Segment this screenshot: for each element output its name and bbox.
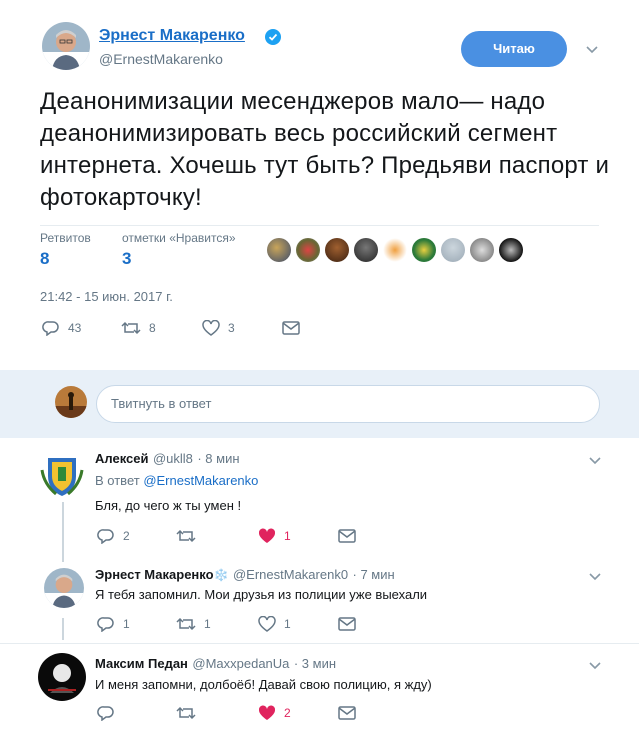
reply-time[interactable]: · 3 мин (294, 656, 336, 671)
reply-icon (42, 321, 59, 336)
reply-icon (97, 706, 114, 721)
envelope-icon (282, 321, 300, 335)
reply-count: 1 (123, 617, 130, 631)
heart-icon (258, 616, 276, 632)
following-button[interactable]: Читаю (461, 31, 567, 67)
retweet-icon (176, 529, 196, 543)
liker-avatar[interactable] (325, 238, 349, 262)
heart-icon (202, 320, 220, 336)
liker-avatar[interactable] (354, 238, 378, 262)
retweets-stat[interactable]: Ретвитов 8 (40, 231, 91, 269)
liker-avatar[interactable] (267, 238, 291, 262)
verified-badge-icon (265, 29, 281, 45)
liker-avatar[interactable] (470, 238, 494, 262)
like-count: 2 (284, 706, 291, 720)
reply-count: 43 (68, 321, 82, 335)
reply-action[interactable] (97, 705, 115, 721)
author-avatar[interactable] (42, 22, 90, 70)
reply-icon (97, 529, 114, 544)
reply-icon (97, 617, 114, 632)
retweet-action[interactable] (176, 528, 196, 544)
reply-author-handle[interactable]: @ukll8 (153, 451, 193, 466)
chevron-down-icon[interactable] (585, 42, 599, 60)
retweet-action[interactable]: 8 (121, 320, 156, 336)
reply-avatar[interactable] (38, 653, 86, 701)
retweet-icon (176, 706, 196, 720)
reply-action[interactable]: 43 (42, 320, 81, 336)
divider (0, 643, 639, 644)
reply-author-name[interactable]: Максим Педан (95, 656, 188, 671)
reply-action[interactable]: 2 (97, 528, 130, 544)
retweet-action[interactable]: 1 (176, 616, 211, 632)
chevron-down-icon[interactable] (588, 453, 602, 471)
retweet-count: 1 (204, 617, 211, 631)
author-handle[interactable]: @ErnestMakarenko (99, 51, 223, 67)
retweet-count: 8 (149, 321, 156, 335)
in-reply-prefix: В ответ (95, 473, 144, 488)
message-action[interactable] (338, 529, 356, 543)
divider (40, 225, 599, 226)
likes-value: 3 (122, 249, 132, 268)
envelope-icon (338, 706, 356, 720)
main-tweet: Эрнест Макаренко @ErnestMakarenko Читаю … (0, 0, 639, 370)
reply-author-name[interactable]: Алексей (95, 451, 149, 466)
chevron-down-icon[interactable] (588, 658, 602, 676)
like-action[interactable]: 3 (202, 320, 235, 336)
reply-author-handle[interactable]: @ErnestMakarenk0 (233, 567, 348, 582)
like-count: 1 (284, 529, 291, 543)
thread-connector (62, 502, 64, 562)
reply-author-name[interactable]: Эрнест Макаренко (95, 567, 214, 582)
heart-filled-icon (258, 528, 276, 543)
reply-time[interactable]: · 8 мин (197, 451, 239, 466)
envelope-icon (338, 617, 356, 631)
likes-stat[interactable]: отметки «Нравится» 3 (122, 231, 236, 269)
reply-input[interactable]: Твитнуть в ответ (96, 385, 600, 423)
retweet-action[interactable] (176, 705, 196, 721)
message-action[interactable] (282, 321, 300, 335)
reply-text: Бля, до чего ж ты умен ! (95, 498, 242, 513)
thread-connector (62, 618, 64, 640)
reply-author-handle[interactable]: @MaxxpedanUa (192, 656, 289, 671)
reply-time[interactable]: · 7 мин (353, 567, 395, 582)
liker-avatar[interactable] (296, 238, 320, 262)
snowflake-icon: ❄️ (213, 568, 229, 582)
message-action[interactable] (338, 617, 356, 631)
like-action[interactable]: 1 (258, 528, 291, 544)
tweet-text: Деанонимизации месенджеров мало— надо де… (40, 88, 610, 211)
retweets-label: Ретвитов (40, 231, 91, 245)
retweet-icon (176, 617, 196, 631)
likes-label: отметки «Нравится» (122, 231, 236, 245)
like-count: 3 (228, 321, 235, 335)
reply-avatar[interactable] (44, 568, 84, 608)
user-avatar[interactable] (55, 386, 87, 418)
chevron-down-icon[interactable] (588, 569, 602, 587)
reply-action[interactable]: 1 (97, 616, 130, 632)
in-reply-handle-link[interactable]: @ErnestMakarenko (143, 473, 258, 488)
reply-text: Я тебя запомнил. Мои друзья из полиции у… (95, 587, 428, 602)
reply-text: И меня запомни, долбоёб! Давай свою поли… (95, 677, 432, 692)
in-reply-to: В ответ @ErnestMakarenko (95, 473, 258, 488)
heart-filled-icon (258, 705, 276, 720)
retweets-value: 8 (40, 249, 50, 268)
reply-avatar[interactable] (38, 450, 86, 498)
reply-count: 2 (123, 529, 130, 543)
liker-avatars (267, 238, 528, 262)
liker-avatar[interactable] (441, 238, 465, 262)
author-name[interactable]: Эрнест Макаренко (99, 27, 245, 45)
liker-avatar[interactable] (412, 238, 436, 262)
like-action[interactable]: 2 (258, 705, 291, 721)
like-count: 1 (284, 617, 291, 631)
retweet-icon (121, 321, 141, 335)
tweet-timestamp[interactable]: 21:42 - 15 июн. 2017 г. (40, 289, 173, 304)
message-action[interactable] (338, 706, 356, 720)
liker-avatar[interactable] (383, 238, 407, 262)
envelope-icon (338, 529, 356, 543)
like-action[interactable]: 1 (258, 616, 291, 632)
liker-avatar[interactable] (499, 238, 523, 262)
